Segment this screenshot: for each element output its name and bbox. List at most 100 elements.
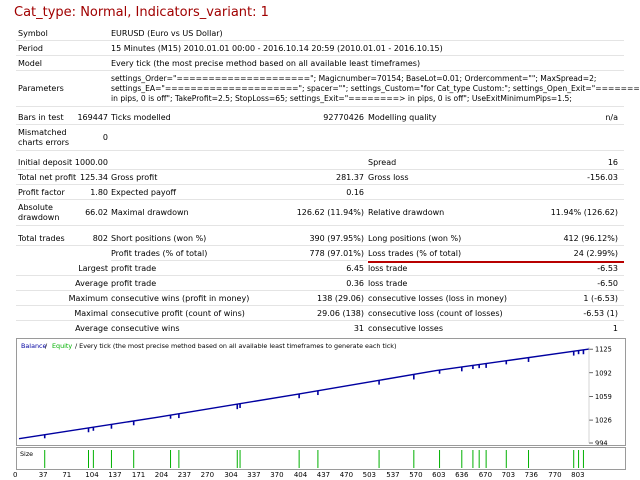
profit-factor-value: 1.80 <box>90 188 108 197</box>
net-profit-value: 125.34 <box>80 173 108 182</box>
deposit-value: 1000.00 <box>74 158 108 167</box>
x-tick-label-16: 537 <box>386 471 400 479</box>
long-positions-label: Long positions (won %) <box>368 234 462 243</box>
x-tick-label-20: 670 <box>478 471 493 479</box>
legend-separator: / <box>45 342 48 350</box>
maximal-loss-value: -6.53 (1) <box>583 309 618 318</box>
balance-chart: Balance / Equity / Every tick (the most … <box>16 338 626 448</box>
x-tick-label-22: 736 <box>524 471 538 479</box>
x-tick-label-5: 171 <box>131 471 146 479</box>
size-chart-svg: Size <box>20 450 584 468</box>
x-tick-label-17: 570 <box>409 471 423 479</box>
max-consecutive-losses-value: 1 (-6.53) <box>583 294 618 303</box>
report-title: Cat_type: Normal, Indicators_variant: 1 <box>14 5 269 20</box>
average-label: Average <box>75 279 108 288</box>
largest-label: Largest <box>78 264 108 273</box>
x-tick-label-0: 0 <box>13 471 18 479</box>
total-trades-label: Total trades <box>18 234 65 243</box>
spread-value: 16 <box>607 158 618 167</box>
expected-payoff-value: 0.16 <box>346 188 364 197</box>
balance-line <box>18 348 590 440</box>
quality-label: Modelling quality <box>368 113 437 122</box>
parameters-line-2: settings_EA="====================="; spa… <box>111 84 640 93</box>
maximal-profit-label: consecutive profit (count of wins) <box>111 309 245 318</box>
model-value: Every tick (the most precise method base… <box>111 59 421 68</box>
expected-payoff-label: Expected payoff <box>111 188 176 197</box>
legend-equity: Equity <box>52 342 72 350</box>
maximal-label: Maximal <box>74 309 108 318</box>
maximum-label: Maximum <box>68 294 108 303</box>
average-profit-value: 0.36 <box>346 279 364 288</box>
x-tick-label-21: 703 <box>501 471 516 479</box>
x-tick-label-24: 803 <box>571 471 585 479</box>
short-positions-label: Short positions (won %) <box>111 234 207 243</box>
x-tick-label-7: 237 <box>177 471 192 479</box>
parameters-label: Parameters <box>18 84 64 93</box>
spread-label: Spread <box>368 158 397 167</box>
profit-trades-value: 778 (97.01%) <box>309 249 364 258</box>
gross-profit-value: 281.37 <box>336 173 364 182</box>
x-tick-label-1: 37 <box>38 471 48 479</box>
size-panel: Size <box>16 447 626 470</box>
mismatch-label-1: Mismatched <box>18 128 67 137</box>
x-tick-label-19: 636 <box>455 471 469 479</box>
max-consecutive-wins-value: 138 (29.06) <box>317 294 364 303</box>
absolute-drawdown-value: 66.02 <box>85 208 108 217</box>
parameters-line-1: settings_Order="====================="; … <box>111 74 597 83</box>
relative-drawdown-value: 11.94% (126.62) <box>550 208 618 217</box>
relative-drawdown-label: Relative drawdown <box>368 208 445 217</box>
legend-description: / Every tick (the most precise method ba… <box>75 342 396 350</box>
x-tick-label-4: 137 <box>108 471 122 479</box>
loss-trades-value: 24 (2.99%) <box>573 249 618 258</box>
average-loss-value: -6.50 <box>597 279 618 288</box>
max-consecutive-wins-label: consecutive wins (profit in money) <box>111 294 250 303</box>
balance-chart-svg: Balance / Equity / Every tick (the most … <box>18 342 612 448</box>
gross-profit-label: Gross profit <box>111 173 158 182</box>
average-loss-label: loss trade <box>368 279 408 288</box>
long-positions-value: 412 (96.12%) <box>563 234 618 243</box>
profit-trades-label: Profit trades (% of total) <box>111 249 208 258</box>
symbol-value: EURUSD (Euro vs US Dollar) <box>111 29 223 38</box>
y-tick-label-0: 1125 <box>595 346 612 354</box>
symbol-label: Symbol <box>18 29 48 38</box>
max-consecutive-losses-label: consecutive losses (loss in money) <box>368 294 508 303</box>
parameters-line-3: in pips, 0 is off"; TakeProfit=2.5; Stop… <box>111 94 572 103</box>
period-label: Period <box>18 44 43 53</box>
absolute-drawdown-label-1: Absolute <box>18 203 53 212</box>
loss-trades-label: Loss trades (% of total) <box>368 249 462 258</box>
largest-loss-label: loss trade <box>368 264 408 273</box>
maximal-drawdown-value: 126.62 (11.94%) <box>296 208 364 217</box>
loss-trades-underline <box>368 261 624 263</box>
largest-profit-value: 6.45 <box>346 264 364 273</box>
avg-consecutive-wins-label: consecutive wins <box>111 324 180 333</box>
ticks-label: Ticks modelled <box>111 113 171 122</box>
avg-consecutive-losses-label: consecutive losses <box>368 324 444 333</box>
largest-loss-value: -6.53 <box>597 264 618 273</box>
y-tick-label-3: 1026 <box>595 417 612 425</box>
mismatch-label-2: charts errors <box>18 138 70 147</box>
absolute-drawdown-label-2: drawdown <box>18 213 60 222</box>
ticks-value: 92770426 <box>323 113 364 122</box>
average-consecutive-label: Average <box>75 324 108 333</box>
bars-label: Bars in test <box>18 113 64 122</box>
x-tick-label-10: 337 <box>247 471 261 479</box>
profit-factor-label: Profit factor <box>18 188 65 197</box>
x-tick-label-18: 603 <box>432 471 446 479</box>
total-trades-value: 802 <box>92 234 108 243</box>
largest-profit-label: profit trade <box>111 264 157 273</box>
gross-loss-value: -156.03 <box>587 173 618 182</box>
y-tick-label-1: 1092 <box>595 369 612 377</box>
x-tick-label-3: 104 <box>85 471 99 479</box>
x-tick-label-2: 71 <box>62 471 72 479</box>
x-tick-label-14: 470 <box>339 471 354 479</box>
size-label: Size <box>20 450 33 458</box>
x-tick-label-6: 204 <box>154 471 169 479</box>
average-profit-label: profit trade <box>111 279 157 288</box>
x-tick-label-15: 503 <box>362 471 377 479</box>
x-tick-label-23: 770 <box>548 471 562 479</box>
mismatch-value: 0 <box>102 133 108 142</box>
x-tick-label-12: 404 <box>293 471 308 479</box>
maximal-profit-value: 29.06 (138) <box>317 309 364 318</box>
x-tick-label-9: 304 <box>224 471 238 479</box>
x-tick-label-11: 370 <box>270 471 284 479</box>
